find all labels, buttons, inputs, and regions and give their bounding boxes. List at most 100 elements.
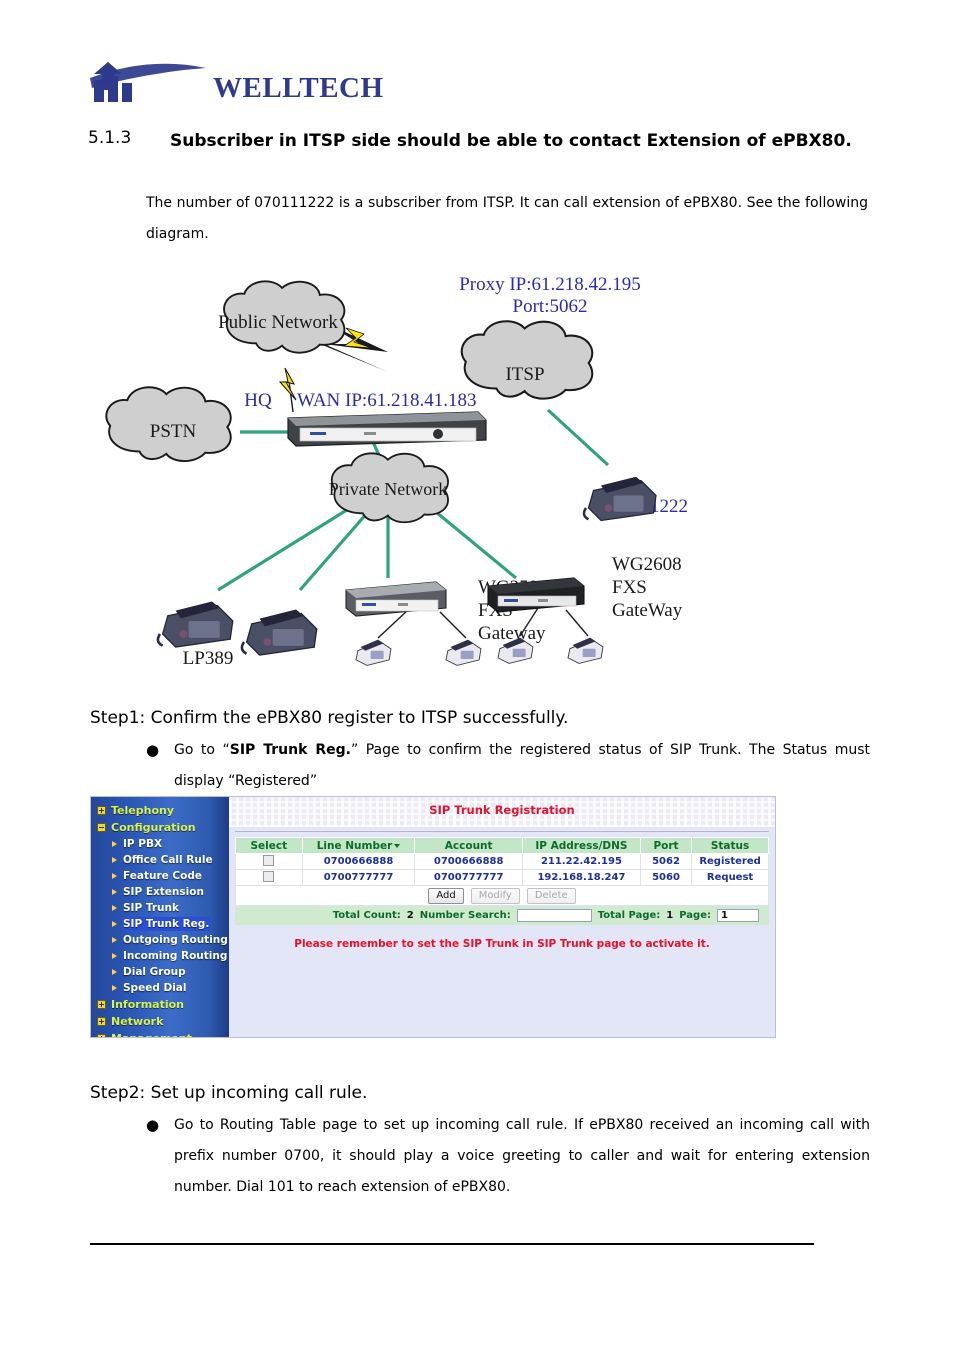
label-pstn: PSTN xyxy=(150,421,197,442)
sidebar-item-sip-trunk-reg[interactable]: SIP Trunk Reg. xyxy=(95,916,229,932)
sidebar-item-label: Office Call Rule xyxy=(123,854,213,866)
sidebar-item-label: Outgoing Routing xyxy=(123,934,228,946)
webui-sidebar: Telephony Configuration IP PBX Office Ca… xyxy=(91,797,229,1037)
cell-port: 5062 xyxy=(639,853,693,870)
section-title: Subscriber in ITSP side should be able t… xyxy=(170,131,852,151)
row-select-cell[interactable] xyxy=(235,869,303,886)
sidebar-group-telephony[interactable]: Telephony xyxy=(95,802,229,819)
sidebar-item-ip-pbx[interactable]: IP PBX xyxy=(95,836,229,852)
row-select-cell[interactable] xyxy=(235,853,303,870)
column-header-port[interactable]: Port xyxy=(639,837,693,854)
sidebar-group-label: Telephony xyxy=(111,804,174,817)
lightning-bolt-hq-icon xyxy=(278,367,297,401)
sidebar-item-feature-code[interactable]: Feature Code xyxy=(95,868,229,884)
analog-phone-wg2608-2 xyxy=(567,637,604,664)
chevron-right-icon xyxy=(112,937,118,943)
label-wg2608-2: FXS xyxy=(612,577,647,598)
chevron-right-icon xyxy=(112,841,118,847)
label-wg2608-3: GateWay xyxy=(612,600,683,621)
total-page-label: Total Page: xyxy=(597,910,661,921)
cell-line-number: 0700666888 xyxy=(301,853,416,870)
expand-plus-icon[interactable] xyxy=(97,1017,106,1026)
label-itsp: ITSP xyxy=(505,364,544,385)
column-header-line-number[interactable]: Line Number xyxy=(301,837,416,854)
page-label: Page: xyxy=(679,910,711,921)
table-action-buttons: Add Modify Delete xyxy=(235,886,769,906)
chevron-right-icon xyxy=(112,889,118,895)
bullet-icon: ● xyxy=(146,741,160,759)
sidebar-item-office-call-rule[interactable]: Office Call Rule xyxy=(95,852,229,868)
sidebar-item-incoming-routing[interactable]: Incoming Routing xyxy=(95,948,229,964)
checkbox-unchecked-icon[interactable] xyxy=(263,871,275,882)
chevron-right-icon xyxy=(112,953,118,959)
table-footer-row: Total Count: 2 Number Search: Total Page… xyxy=(235,906,769,925)
table-row[interactable]: 0700777777 0700777777 192.168.18.247 506… xyxy=(235,869,769,886)
table-header-row: Select Line Number Account IP Address/DN… xyxy=(235,837,769,854)
sidebar-group-label: Network xyxy=(111,1015,164,1028)
cell-status: Request xyxy=(691,869,769,886)
label-private-network: Private Network xyxy=(329,479,447,499)
step1-bullet-block: ● Go to “SIP Trunk Reg.” Page to confirm… xyxy=(146,735,870,797)
analog-phone-wg2504-1 xyxy=(355,639,392,666)
cloud-itsp xyxy=(460,320,594,400)
phone-lp389-1 xyxy=(156,600,235,649)
page-input[interactable]: 1 xyxy=(717,909,759,922)
modify-button[interactable]: Modify xyxy=(470,887,520,904)
phone-subscriber-070111222 xyxy=(582,475,658,522)
expand-plus-icon[interactable] xyxy=(97,806,106,815)
sidebar-group-label: Management xyxy=(111,1032,192,1037)
sidebar-item-label: Dial Group xyxy=(123,966,186,978)
sidebar-item-sip-trunk[interactable]: SIP Trunk xyxy=(95,900,229,916)
step1-bullet-pre: Go to “ xyxy=(174,742,230,758)
welltech-logo-icon xyxy=(90,62,206,102)
chevron-right-icon xyxy=(112,985,118,991)
epbx80-device xyxy=(287,411,487,447)
sidebar-item-label: SIP Extension xyxy=(123,886,204,898)
step2-bullet-text: Go to Routing Table page to set up incom… xyxy=(174,1117,870,1195)
add-button[interactable]: Add xyxy=(428,887,464,904)
collapse-minus-icon[interactable] xyxy=(97,823,106,832)
total-count-value: 2 xyxy=(406,910,414,921)
column-header-ip-address-dns[interactable]: IP Address/DNS xyxy=(522,837,641,854)
page-footer-rule xyxy=(90,1243,814,1245)
label-wg2504-3: Gateway xyxy=(478,623,546,644)
gateway-wg2504 xyxy=(345,581,447,617)
label-hq: HQ xyxy=(244,390,272,411)
sidebar-group-management[interactable]: Management xyxy=(95,1030,229,1037)
cell-line-number: 0700777777 xyxy=(301,869,416,886)
sidebar-group-information[interactable]: Information xyxy=(95,996,229,1013)
column-header-account[interactable]: Account xyxy=(414,837,523,854)
label-wg2608-1: WG2608 xyxy=(612,554,682,575)
sidebar-item-label: Speed Dial xyxy=(123,982,187,994)
sidebar-item-label: IP PBX xyxy=(123,838,163,850)
expand-plus-icon[interactable] xyxy=(97,1000,106,1009)
cell-status: Registered xyxy=(691,853,769,870)
sidebar-item-outgoing-routing[interactable]: Outgoing Routing xyxy=(95,932,229,948)
sidebar-item-label: Incoming Routing xyxy=(123,950,228,962)
delete-button[interactable]: Delete xyxy=(526,887,576,904)
label-lp389: LP389 xyxy=(183,648,234,669)
sort-descending-icon[interactable] xyxy=(394,843,401,848)
step1-bullet-text: Go to “SIP Trunk Reg.” Page to confirm t… xyxy=(174,735,870,797)
network-diagram-svg: Public Network ITSP PSTN Private Network… xyxy=(105,274,688,669)
number-search-input[interactable] xyxy=(516,909,592,922)
cell-account: 0700666888 xyxy=(414,853,523,870)
chevron-right-icon xyxy=(112,873,118,879)
step2-heading: Step2: Set up incoming call rule. xyxy=(90,1083,368,1103)
expand-plus-icon[interactable] xyxy=(97,1034,106,1037)
sidebar-group-label: Information xyxy=(111,998,184,1011)
checkbox-unchecked-icon[interactable] xyxy=(263,855,275,866)
column-header-status[interactable]: Status xyxy=(691,837,769,854)
step1-bullet-bold: SIP Trunk Reg. xyxy=(229,742,351,758)
sidebar-item-sip-extension[interactable]: SIP Extension xyxy=(95,884,229,900)
sidebar-group-network[interactable]: Network xyxy=(95,1013,229,1030)
label-proxy-ip: Proxy IP:61.218.42.195 xyxy=(459,274,641,295)
panel-header-strip: SIP Trunk Registration xyxy=(229,797,775,827)
sidebar-item-speed-dial[interactable]: Speed Dial xyxy=(95,980,229,996)
column-header-select[interactable]: Select xyxy=(235,837,303,854)
sidebar-group-configuration[interactable]: Configuration xyxy=(95,819,229,836)
sidebar-item-dial-group[interactable]: Dial Group xyxy=(95,964,229,980)
table-row[interactable]: 0700666888 0700666888 211.22.42.195 5062… xyxy=(235,853,769,870)
logo-wordmark: WELLTECH xyxy=(213,72,384,104)
label-wan-ip: WAN IP:61.218.41.183 xyxy=(297,390,476,411)
